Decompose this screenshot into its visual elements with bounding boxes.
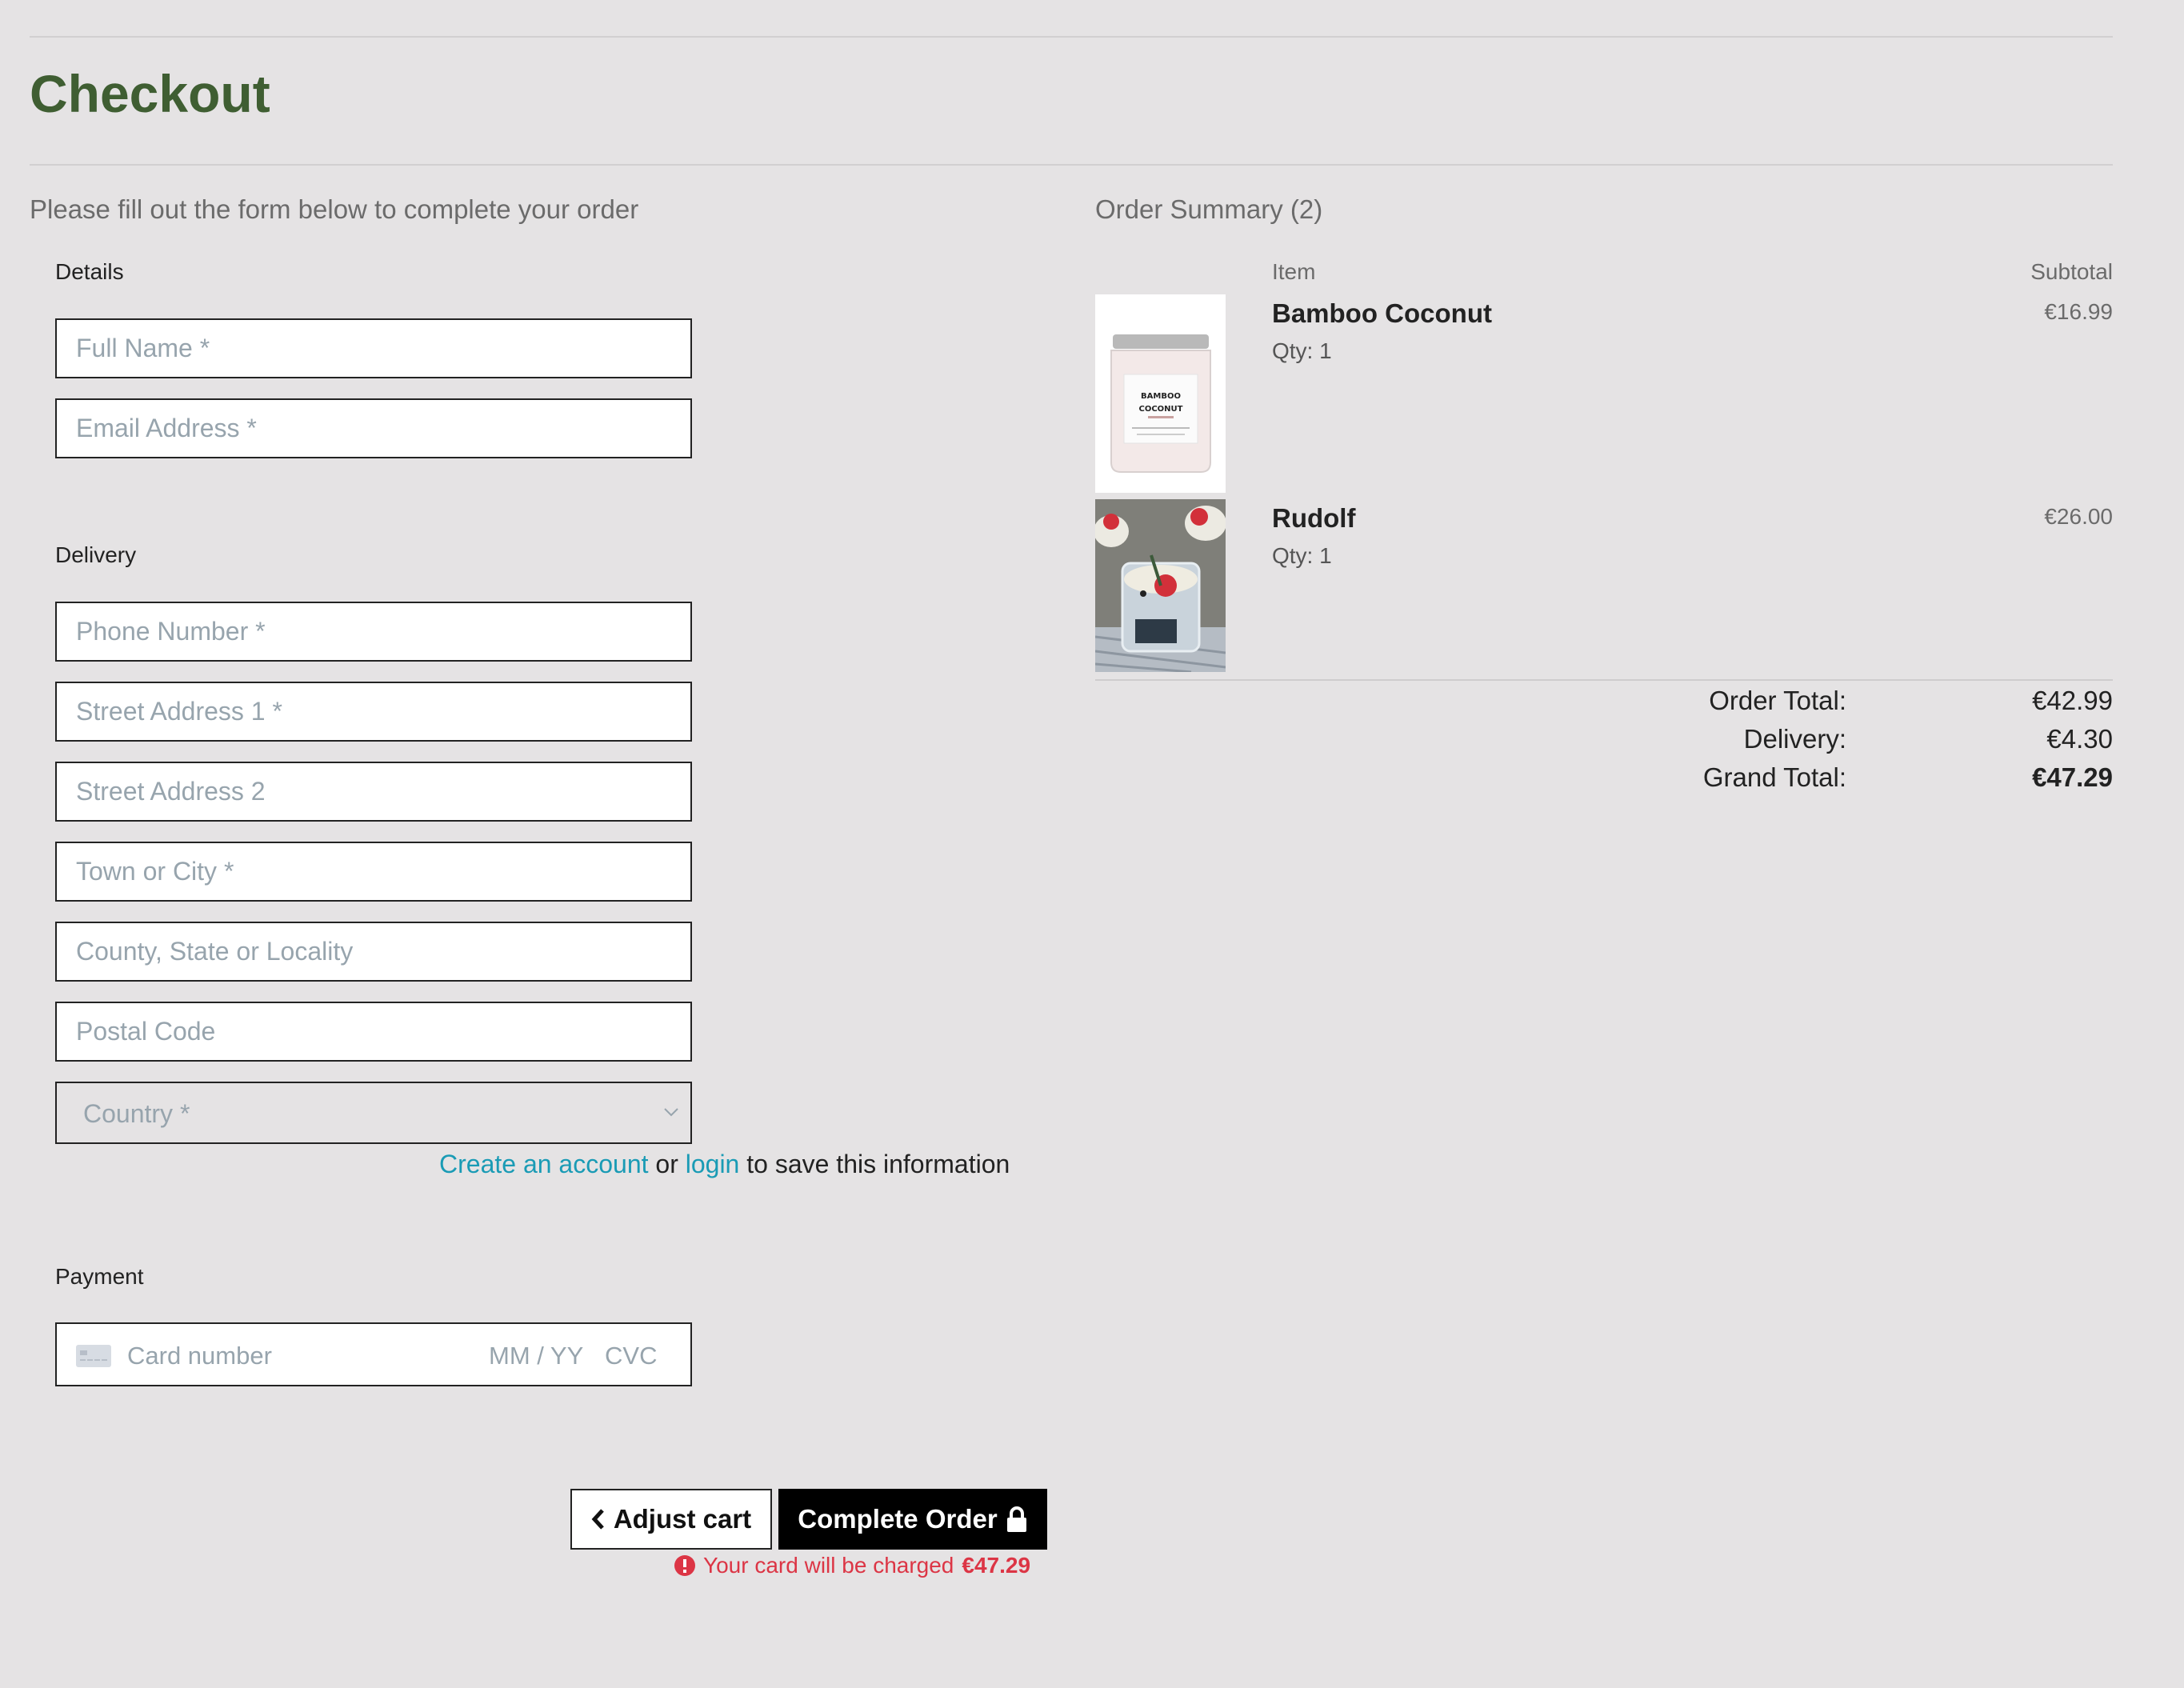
login-link[interactable]: login (686, 1150, 740, 1178)
save-info-or: or (655, 1150, 678, 1178)
adjust-cart-label: Adjust cart (613, 1504, 752, 1534)
page-title: Checkout (30, 64, 270, 123)
top-divider (30, 36, 2113, 38)
email-input[interactable] (55, 398, 692, 458)
delivery-cost-value: €4.30 (2046, 724, 2113, 754)
candle-label-line-1: BAMBOO (1141, 392, 1181, 401)
delivery-cost-label: Delivery: (1743, 724, 1846, 754)
full-name-input[interactable] (55, 318, 692, 378)
postal-code-input[interactable] (55, 1002, 692, 1062)
country-select[interactable]: Country * (55, 1082, 692, 1144)
complete-order-label: Complete Order (798, 1504, 998, 1534)
delivery-label: Delivery (55, 542, 137, 567)
subtotal-column-header: Subtotal (2030, 259, 2113, 284)
country-select-value: Country * (83, 1099, 190, 1128)
lock-icon (1006, 1506, 1026, 1532)
title-divider (30, 164, 2113, 166)
form-intro: Please fill out the form below to comple… (30, 194, 639, 224)
grand-total-value: €47.29 (2032, 762, 2113, 792)
grand-total-label: Grand Total: (1702, 762, 1846, 792)
credit-card-icon (76, 1345, 111, 1367)
chevron-left-icon (591, 1509, 604, 1530)
town-city-input[interactable] (55, 842, 692, 902)
complete-order-button[interactable]: Complete Order (778, 1489, 1047, 1550)
item-name-rudolf[interactable]: Rudolf (1272, 503, 1355, 534)
exclamation-circle-icon (674, 1555, 695, 1576)
phone-input[interactable] (55, 602, 692, 662)
item-qty-rudolf: Qty: 1 (1272, 543, 1332, 568)
card-input[interactable]: Card number MM / YY CVC (55, 1322, 692, 1386)
details-label: Details (55, 259, 124, 284)
card-number-placeholder[interactable]: Card number (127, 1342, 272, 1370)
candle-label-line-2: COCONUT (1139, 405, 1183, 414)
summary-divider (1095, 679, 2113, 681)
item-price-bamboo-coconut: €16.99 (2044, 299, 2113, 324)
item-column-header: Item (1272, 259, 1316, 284)
charge-notice: Your card will be charged €47.29 (674, 1553, 1030, 1578)
order-total-value: €42.99 (2032, 686, 2113, 715)
item-price-rudolf: €26.00 (2044, 504, 2113, 529)
payment-label: Payment (55, 1264, 144, 1289)
order-summary-heading: Order Summary (2) (1095, 194, 1323, 224)
product-image-rudolf[interactable] (1095, 499, 1226, 672)
create-account-link[interactable]: Create an account (439, 1150, 649, 1178)
order-total-label: Order Total: (1709, 686, 1846, 715)
item-qty-bamboo-coconut: Qty: 1 (1272, 338, 1332, 363)
card-expiry-placeholder[interactable]: MM / YY (489, 1342, 583, 1370)
save-info-suffix: to save this information (746, 1150, 1010, 1178)
item-name-bamboo-coconut[interactable]: Bamboo Coconut (1272, 298, 1492, 329)
card-cvc-placeholder[interactable]: CVC (605, 1342, 657, 1370)
street-address-2-input[interactable] (55, 762, 692, 822)
save-info-line: Create an account or login to save this … (439, 1150, 1010, 1179)
chevron-down-icon (664, 1108, 678, 1117)
charge-amount: €47.29 (962, 1553, 1031, 1578)
product-image-bamboo-coconut[interactable]: BAMBOO COCONUT (1095, 294, 1226, 493)
adjust-cart-button[interactable]: Adjust cart (570, 1489, 772, 1550)
street-address-1-input[interactable] (55, 682, 692, 742)
charge-notice-text: Your card will be charged (703, 1553, 954, 1578)
county-input[interactable] (55, 922, 692, 982)
